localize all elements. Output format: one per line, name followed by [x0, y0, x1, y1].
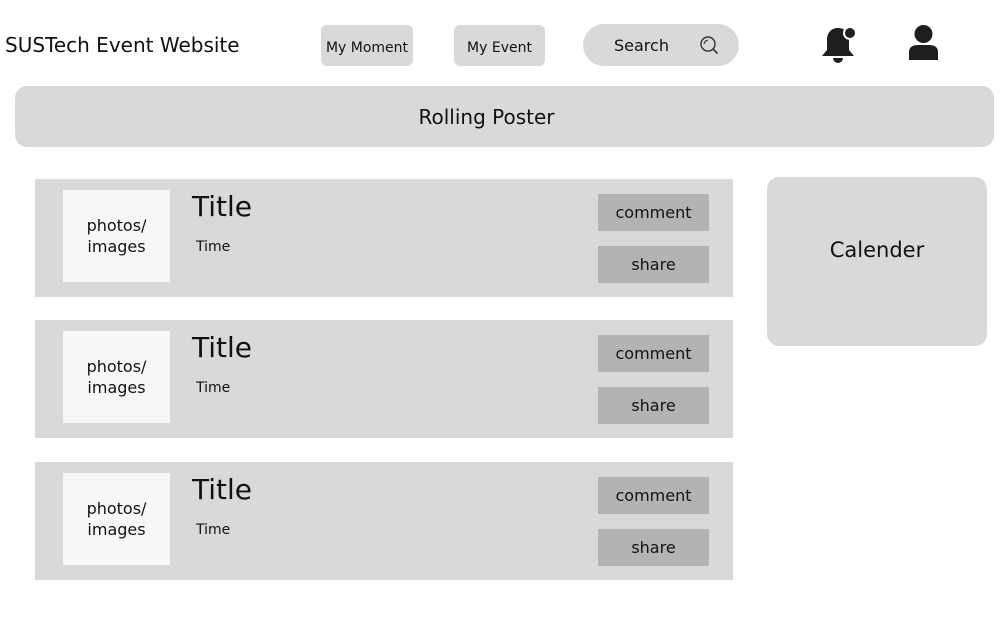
event-time: Time — [196, 522, 231, 538]
image-label-line1: photos/ — [86, 216, 147, 235]
image-label-line2: images — [87, 520, 146, 539]
image-label-line1: photos/ — [86, 499, 147, 518]
page: SUSTech Event Website My Moment My Event… — [0, 0, 1005, 625]
image-label-line2: images — [87, 237, 146, 256]
my-moment-button[interactable]: My Moment — [321, 25, 413, 66]
event-time: Time — [196, 380, 231, 396]
search-bar[interactable]: Search — [583, 24, 739, 66]
event-card[interactable]: photos/ images Title Time comment share — [35, 179, 733, 297]
event-image[interactable]: photos/ images — [63, 331, 170, 423]
event-title[interactable]: Title — [192, 474, 252, 506]
search-label: Search — [614, 36, 669, 55]
event-title[interactable]: Title — [192, 332, 252, 364]
comment-button[interactable]: comment — [598, 335, 709, 372]
share-button[interactable]: share — [598, 246, 709, 283]
site-title[interactable]: SUSTech Event Website — [5, 33, 240, 57]
share-button[interactable]: share — [598, 387, 709, 424]
event-image[interactable]: photos/ images — [63, 473, 170, 565]
event-card[interactable]: photos/ images Title Time comment share — [35, 320, 733, 438]
comment-button[interactable]: comment — [598, 477, 709, 514]
bell-icon[interactable] — [820, 25, 858, 65]
search-icon[interactable] — [699, 35, 719, 55]
image-label-line2: images — [87, 378, 146, 397]
calendar-widget[interactable]: Calender — [767, 177, 987, 346]
share-button[interactable]: share — [598, 529, 709, 566]
calendar-label: Calender — [829, 238, 925, 262]
image-label-line1: photos/ — [86, 357, 147, 376]
event-title[interactable]: Title — [192, 191, 252, 223]
user-icon[interactable] — [907, 24, 940, 62]
event-card[interactable]: photos/ images Title Time comment share — [35, 462, 733, 580]
my-event-button[interactable]: My Event — [454, 25, 545, 66]
comment-button[interactable]: comment — [598, 194, 709, 231]
event-time: Time — [196, 239, 231, 255]
rolling-poster[interactable]: Rolling Poster — [15, 86, 994, 147]
event-image[interactable]: photos/ images — [63, 190, 170, 282]
